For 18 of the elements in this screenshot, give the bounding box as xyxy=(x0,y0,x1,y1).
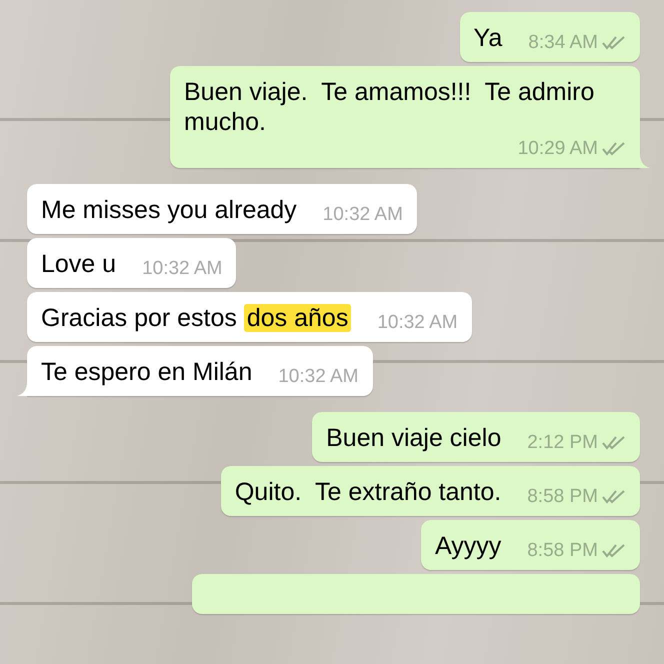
message-time: 10:32 AM xyxy=(322,203,403,227)
message-text: Me misses you already xyxy=(41,195,297,225)
message-text: Te espero en Milán xyxy=(41,357,252,387)
message-time: 10:32 AM xyxy=(377,311,458,335)
message-text: Ya xyxy=(474,23,502,53)
message-time: 10:32 AM xyxy=(278,365,359,389)
message-time: 8:34 AM xyxy=(528,31,598,55)
message-text: Love u xyxy=(41,249,116,279)
message-text: Gracias por estos dos años xyxy=(41,303,352,333)
message-time: 8:58 PM xyxy=(527,485,598,509)
message-text: Quito. Te extraño tanto. xyxy=(234,477,502,507)
message-text: Ayyyy xyxy=(435,531,502,561)
message-time: 2:12 PM xyxy=(527,431,598,455)
message-time: 10:29 AM xyxy=(518,137,598,161)
message-time: 10:32 AM xyxy=(142,257,222,281)
message-text: Buen viaje. Te amamos!!! Te admiro mucho. xyxy=(184,77,596,137)
message-time: 8:58 PM xyxy=(527,539,598,563)
message-text: Buen viaje cielo xyxy=(326,423,502,453)
